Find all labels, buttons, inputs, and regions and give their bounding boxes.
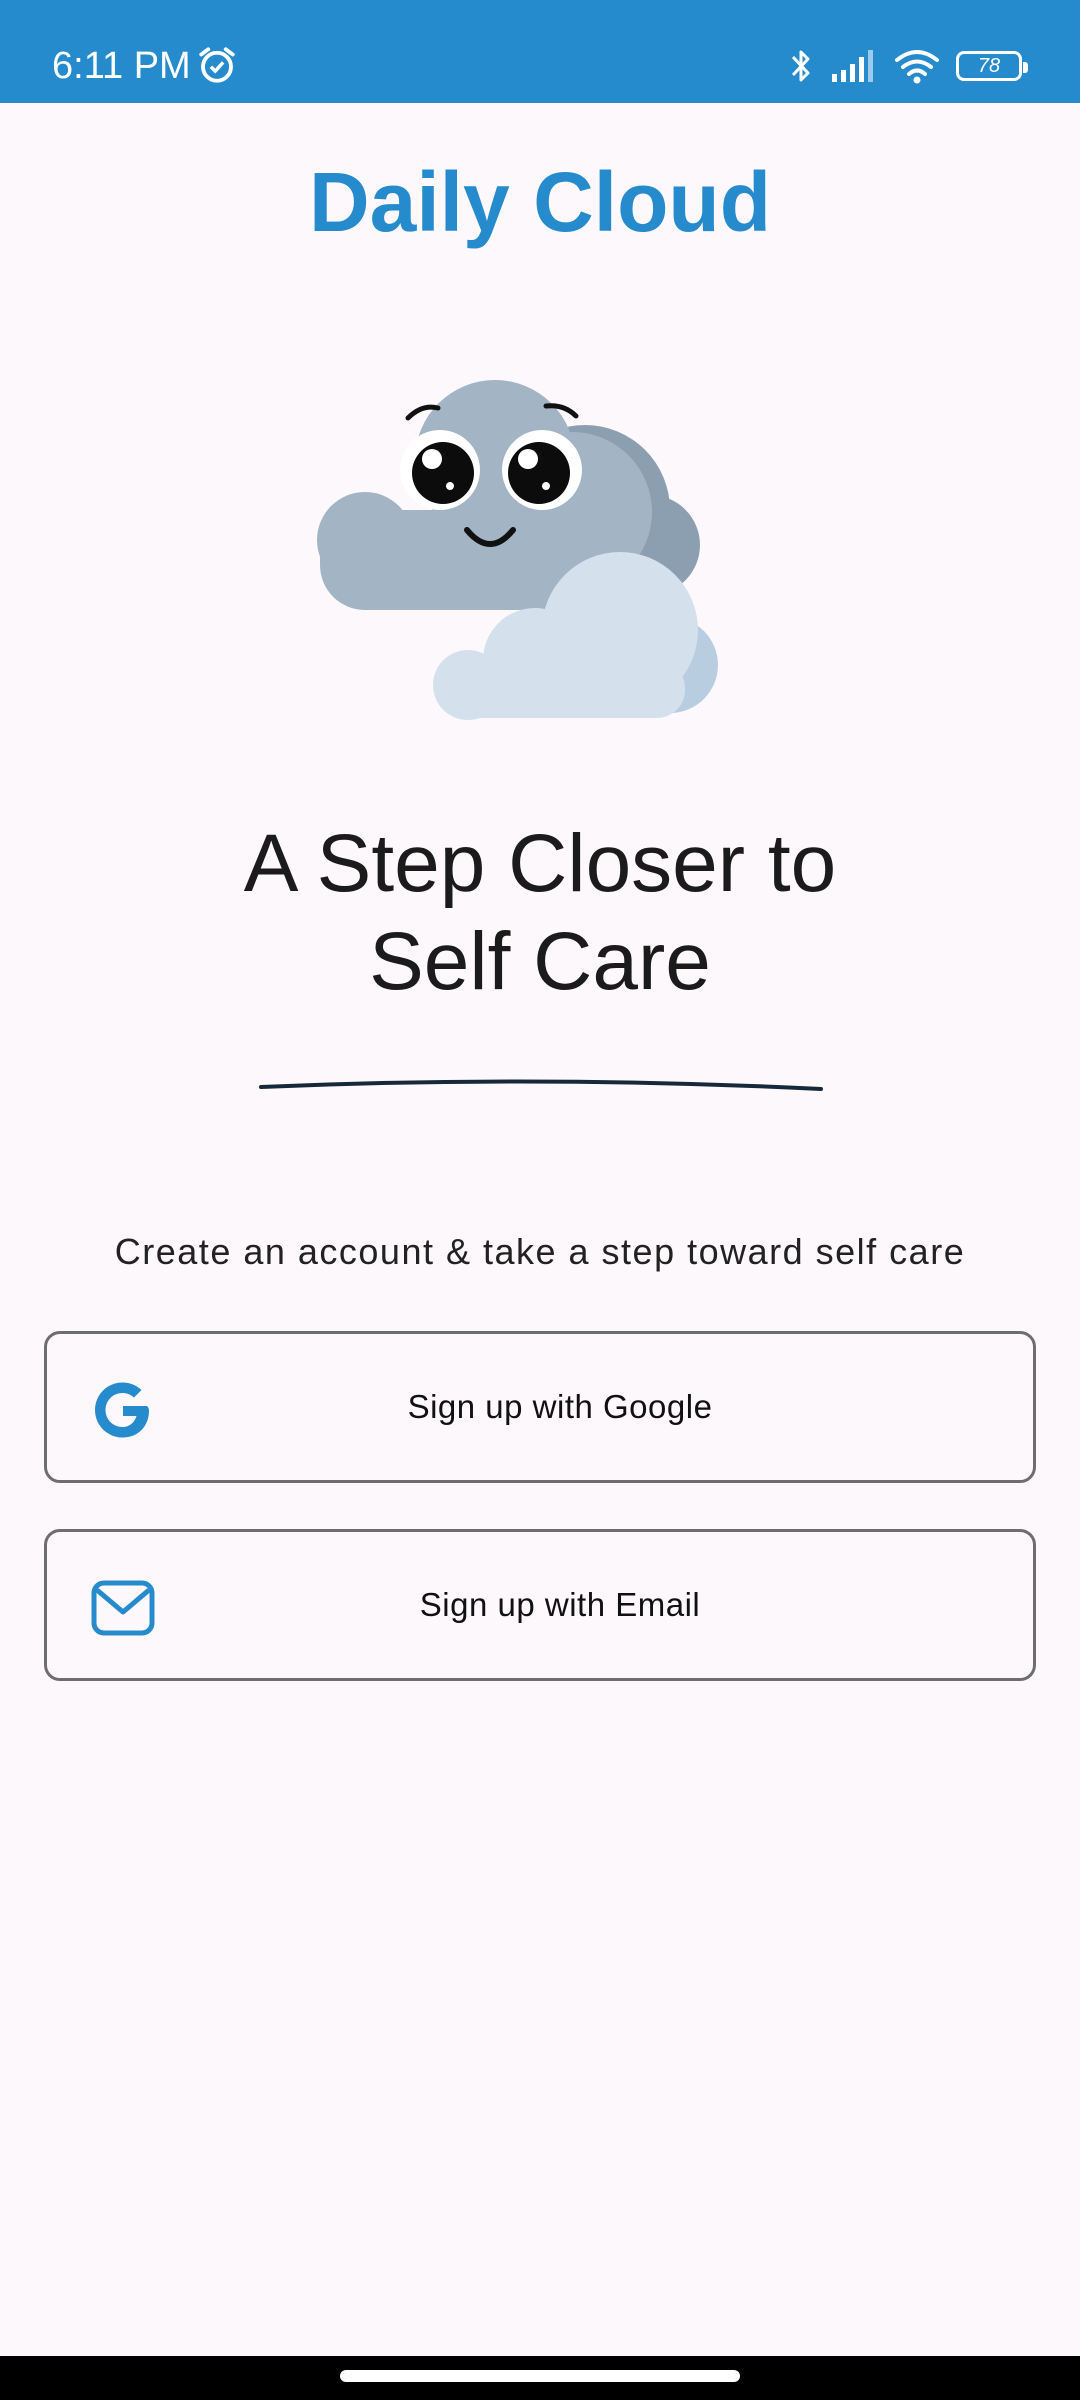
sign-up-email-button[interactable]: Sign up with Email [44,1529,1036,1681]
cloud-mascot-illustration [317,380,718,720]
sign-up-email-label: Sign up with Email [419,1586,701,1623]
battery-icon: 78 [956,51,1028,81]
headline-line-2: Self Care [369,916,711,1007]
google-icon [95,1382,149,1438]
wifi-icon [895,50,939,84]
status-bar: 6:11 PM 78 [0,0,1080,103]
bluetooth-icon [791,50,810,82]
home-gesture-handle[interactable] [340,2370,740,2382]
subtitle: Create an account & take a step toward s… [114,1231,966,1272]
status-icons: 78 [788,42,1028,90]
alarm-icon [199,47,235,83]
app-title: Daily Cloud [308,155,772,249]
decorative-underline [259,1079,823,1091]
email-icon [91,1580,155,1636]
headline-line-1: A Step Closer to [243,818,837,909]
signal-icon [832,50,873,82]
navigation-bar [0,2356,1080,2400]
sign-up-google-label: Sign up with Google [407,1388,713,1425]
status-time: 6:11 PM [52,45,191,87]
headline: A Step Closer to Self Care [0,815,1080,1011]
sign-up-google-button[interactable]: Sign up with Google [44,1331,1036,1483]
signup-screen: 6:11 PM 78 Daily Cloud A Step Closer to … [0,0,1080,2400]
